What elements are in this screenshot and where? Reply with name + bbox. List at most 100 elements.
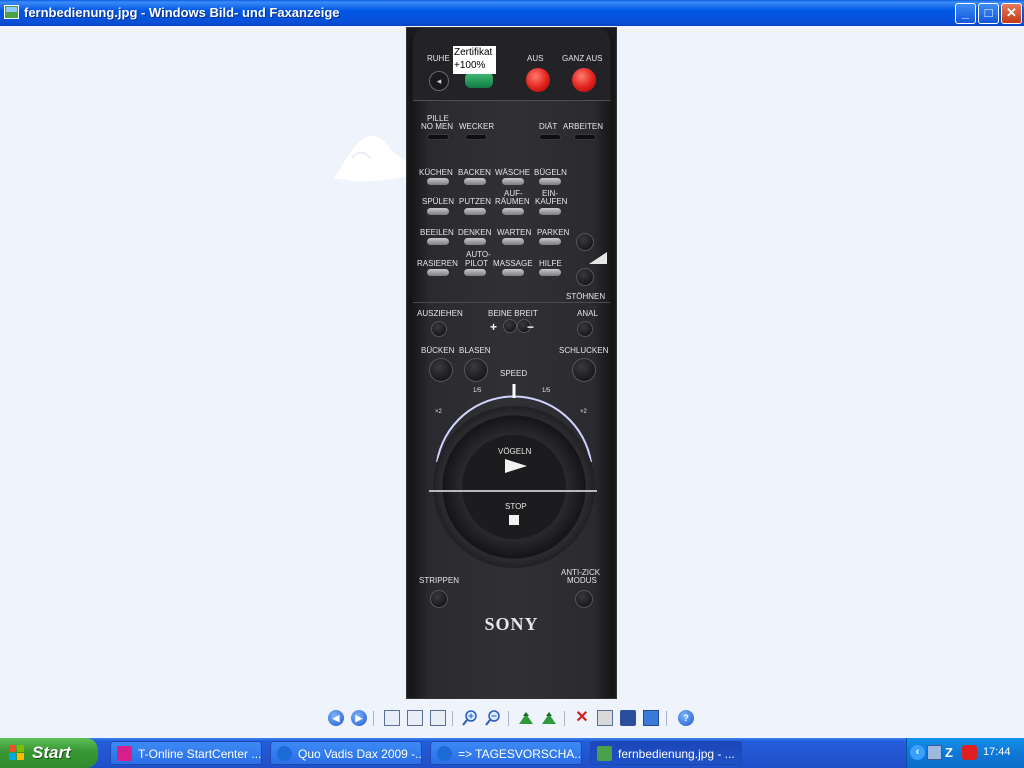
spulen-button[interactable] xyxy=(427,208,449,215)
putzen-button[interactable] xyxy=(464,208,486,215)
taskbar-item-tagesvorschau[interactable]: => TAGESVORSCHA... xyxy=(430,741,582,765)
toolbar-separator xyxy=(666,711,667,726)
label-modus: MODUS xyxy=(567,576,597,585)
label-ganz-aus: GANZ AUS xyxy=(562,54,603,63)
warten-button[interactable] xyxy=(502,238,524,245)
remote-control: RUHE ◂ AUS GANZ AUS PILLE NO MEN WECKER … xyxy=(409,28,614,698)
window-title: fernbedienung.jpg - Windows Bild- und Fa… xyxy=(24,5,340,20)
einkaufen-button[interactable] xyxy=(539,208,561,215)
ganz-aus-button[interactable] xyxy=(572,68,596,92)
slideshow-icon[interactable] xyxy=(430,710,446,726)
next-image-icon[interactable]: ▶ xyxy=(351,710,367,726)
anal-button[interactable] xyxy=(577,321,593,337)
backen-button[interactable] xyxy=(464,178,486,185)
volume-up-button[interactable] xyxy=(576,233,594,251)
help-icon[interactable]: ? xyxy=(678,710,694,726)
label-ruhe: RUHE xyxy=(427,54,450,63)
label-vogeln: VÖGELN xyxy=(498,447,532,456)
antivirus-icon[interactable] xyxy=(962,745,977,760)
blasen-button[interactable] xyxy=(464,358,488,382)
tooltip-line-1: Zertifikat xyxy=(454,47,493,58)
anti-zick-modus-button[interactable] xyxy=(575,590,593,608)
delete-icon[interactable]: ✕ xyxy=(574,710,590,726)
label-anal: ANAL xyxy=(577,309,598,318)
mute-button[interactable]: ◂ xyxy=(429,71,449,91)
wecker-button[interactable] xyxy=(465,134,487,140)
pille-nehmen-button[interactable] xyxy=(427,134,449,140)
label-denken: DENKEN xyxy=(458,228,492,237)
label-raumen: RÄUMEN xyxy=(495,197,530,206)
label-beeilen: BEEILEN xyxy=(420,228,454,237)
zoom-out-icon[interactable] xyxy=(485,710,501,726)
green-button[interactable] xyxy=(465,72,493,88)
actual-size-icon[interactable] xyxy=(407,710,423,726)
stop-icon[interactable] xyxy=(509,515,519,525)
beeilen-button[interactable] xyxy=(427,238,449,245)
taskbar: Start T-Online StartCenter ... Quo Vadis… xyxy=(0,738,1024,768)
maximize-button[interactable]: □ xyxy=(978,3,999,24)
start-button[interactable]: Start xyxy=(0,738,98,768)
taskbar-item-label: fernbedienung.jpg - ... xyxy=(618,747,735,761)
zoom-in-icon[interactable] xyxy=(462,710,478,726)
taskbar-item-quo-vadis[interactable]: Quo Vadis Dax 2009 -... xyxy=(270,741,422,765)
zonealarm-icon[interactable]: Z xyxy=(945,745,960,760)
massage-button[interactable] xyxy=(502,269,524,276)
schlucken-button[interactable] xyxy=(572,358,596,382)
play-icon[interactable] xyxy=(505,459,527,473)
label-bugeln: BÜGELN xyxy=(534,168,567,177)
best-fit-icon[interactable] xyxy=(384,710,400,726)
label-kuchen: KÜCHEN xyxy=(419,168,453,177)
toolbar-separator xyxy=(564,711,565,726)
image-viewer-icon xyxy=(4,5,19,19)
rasieren-button[interactable] xyxy=(427,269,449,276)
denken-button[interactable] xyxy=(464,238,486,245)
bucken-button[interactable] xyxy=(429,358,453,382)
viewer-toolbar: ◀ ▶ ✕ ? xyxy=(326,709,700,729)
chevron-left-icon[interactable]: ‹ xyxy=(910,745,925,760)
close-button[interactable]: ✕ xyxy=(1001,3,1022,24)
tooltip-overlay: Zertifikat +100% xyxy=(453,46,496,74)
wasche-button[interactable] xyxy=(502,178,524,185)
title-bar[interactable]: fernbedienung.jpg - Windows Bild- und Fa… xyxy=(0,0,1024,26)
aus-button[interactable] xyxy=(526,68,550,92)
arbeiten-button[interactable] xyxy=(574,134,596,140)
taskbar-item-fernbedienung[interactable]: fernbedienung.jpg - ... xyxy=(590,741,742,765)
clock: 17:44 xyxy=(983,746,1011,758)
rotate-counterclockwise-icon[interactable] xyxy=(541,710,557,726)
previous-image-icon[interactable]: ◀ xyxy=(328,710,344,726)
label-stohnen: STÖHNEN xyxy=(566,292,606,301)
label-auto: AUTO- xyxy=(466,250,491,259)
rotate-clockwise-icon[interactable] xyxy=(518,710,534,726)
label-diat: DIÄT xyxy=(539,122,558,131)
plus-sign: + xyxy=(490,320,498,334)
label-stop: STOP xyxy=(505,502,527,511)
parken-button[interactable] xyxy=(539,238,561,245)
taskbar-item-t-online[interactable]: T-Online StartCenter ... xyxy=(110,741,262,765)
sony-logo: SONY xyxy=(484,614,539,634)
volume-down-button[interactable] xyxy=(576,268,594,286)
label-speed-x2-right: ×2 xyxy=(580,409,587,415)
section-divider xyxy=(413,302,610,303)
jog-dial[interactable] xyxy=(433,406,595,568)
kuchen-button[interactable] xyxy=(427,178,449,185)
edit-icon[interactable] xyxy=(643,710,659,726)
bugeln-button[interactable] xyxy=(539,178,561,185)
remote-control-photo: RUHE ◂ AUS GANZ AUS PILLE NO MEN WECKER … xyxy=(406,27,617,699)
t-online-icon xyxy=(117,746,132,761)
diat-button[interactable] xyxy=(539,134,561,140)
label-bucken: BÜCKEN xyxy=(421,346,455,355)
network-icon[interactable] xyxy=(927,745,942,760)
taskbar-item-label: => TAGESVORSCHA... xyxy=(458,747,582,761)
label-speed-x2-left: ×2 xyxy=(435,409,442,415)
label-pilot: PILOT xyxy=(465,259,489,268)
strippen-button[interactable] xyxy=(430,590,448,608)
internet-explorer-icon xyxy=(277,746,292,761)
minimize-button[interactable]: _ xyxy=(955,3,976,24)
ausziehen-button[interactable] xyxy=(431,321,447,337)
autopilot-button[interactable] xyxy=(464,269,486,276)
hilfe-button[interactable] xyxy=(539,269,561,276)
print-icon[interactable] xyxy=(597,710,613,726)
aufraumen-button[interactable] xyxy=(502,208,524,215)
save-icon[interactable] xyxy=(620,710,636,726)
beine-breit-plus-button[interactable] xyxy=(503,319,517,333)
